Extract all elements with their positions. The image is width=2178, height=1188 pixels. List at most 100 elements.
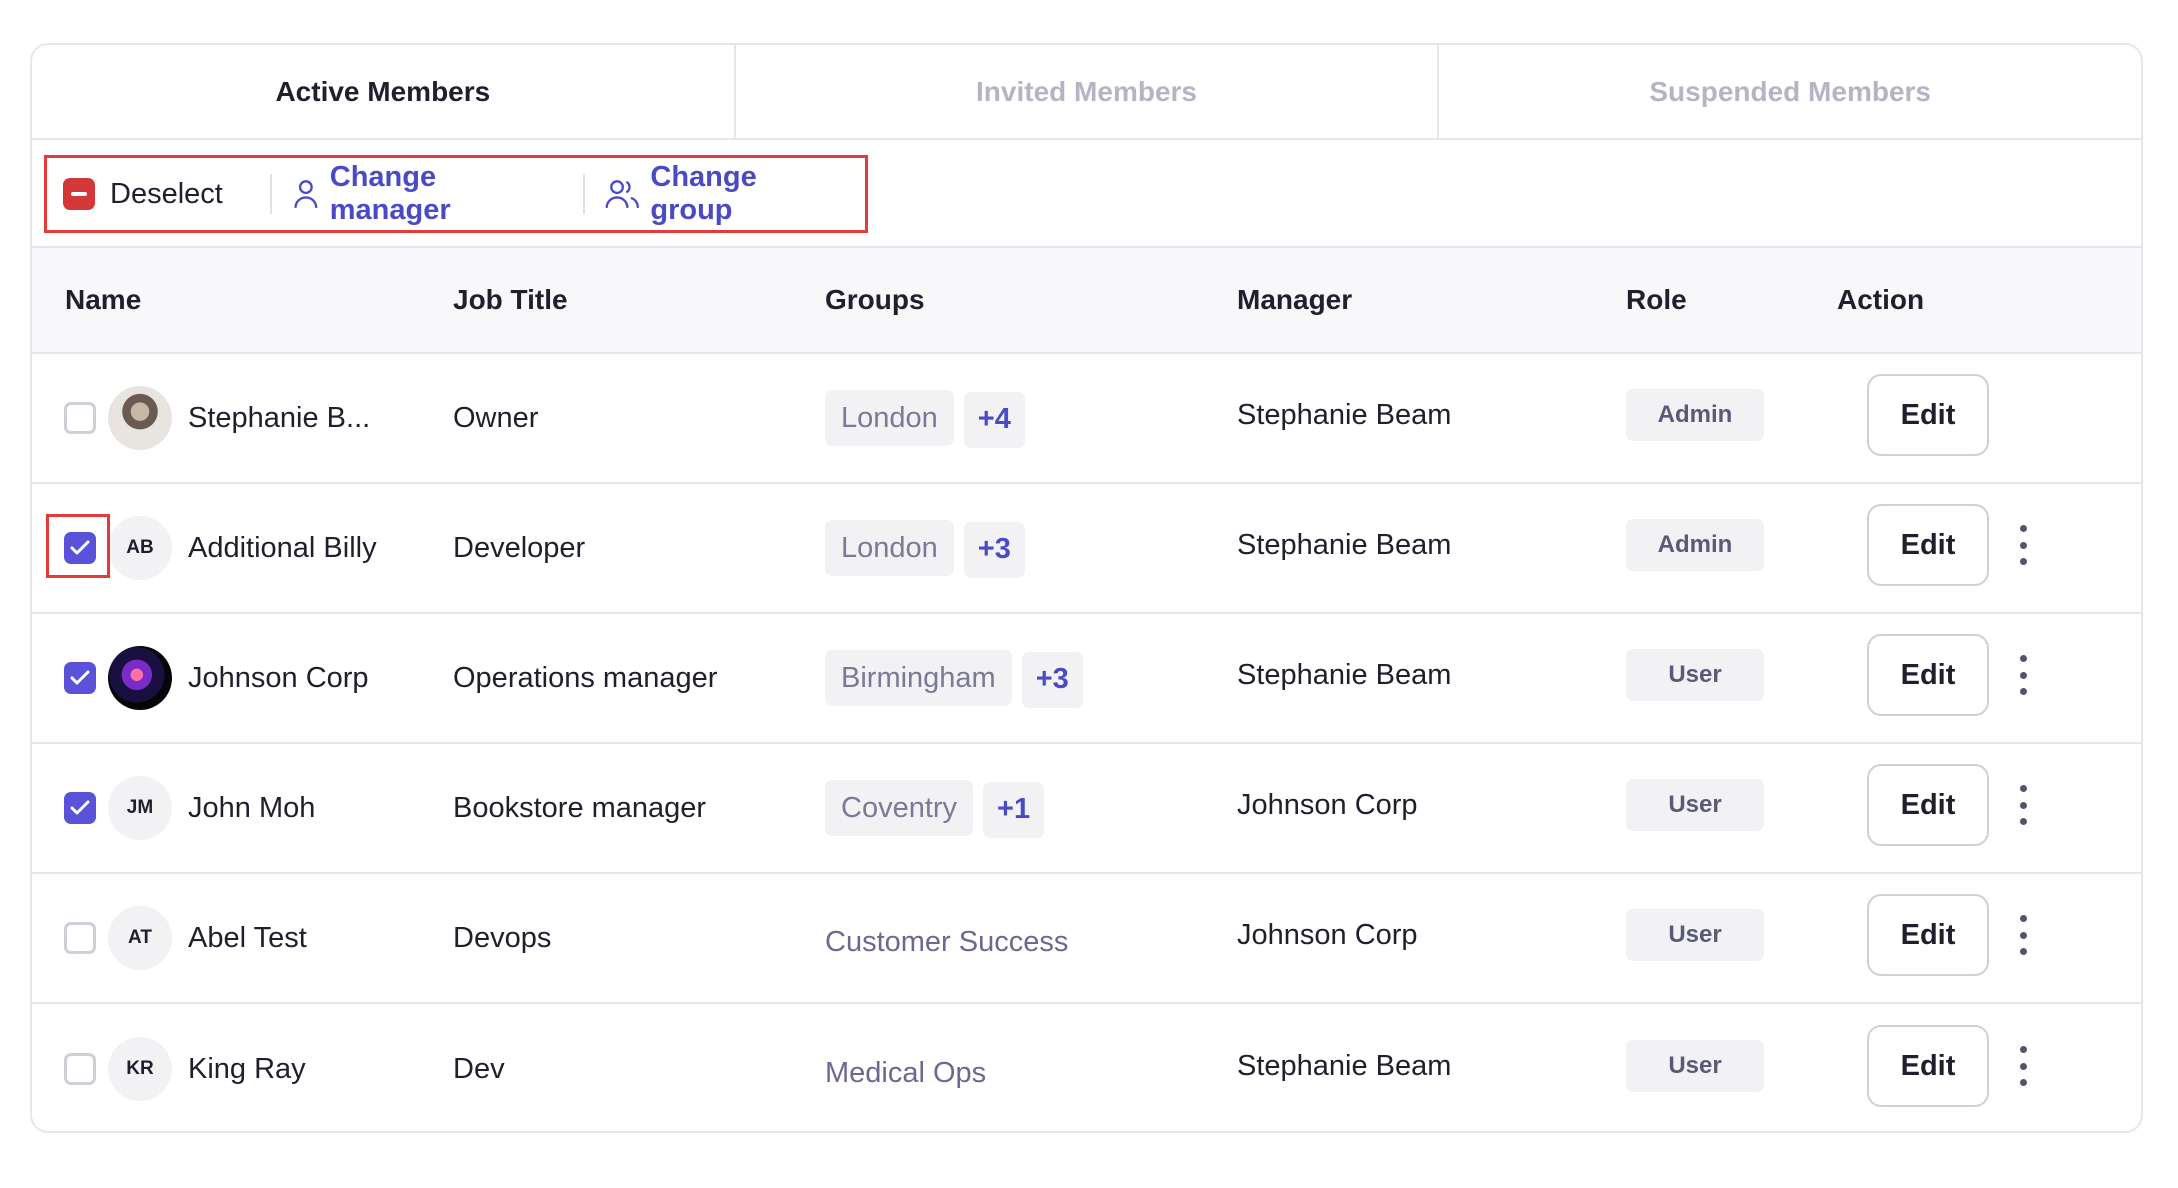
group-chip[interactable]: London (825, 390, 954, 446)
column-header-action: Action (1837, 284, 1925, 315)
role-cell: Admin (1626, 519, 1837, 571)
more-vertical-icon[interactable] (2017, 525, 2029, 565)
column-header-role[interactable]: Role (1626, 284, 1837, 316)
deselect-button[interactable]: Deselect (47, 158, 270, 230)
name-cell: AT Abel Test (32, 906, 453, 970)
group-more-chip[interactable]: +3 (963, 521, 1025, 578)
groups-cell: Customer Success (825, 918, 1237, 959)
row-checkbox-wrap (46, 514, 110, 578)
column-header-name[interactable]: Name (32, 284, 453, 316)
role-badge: User (1626, 779, 1764, 831)
row-checkbox[interactable] (64, 1053, 96, 1085)
edit-button[interactable]: Edit (1867, 634, 1989, 716)
group-chip[interactable]: Birmingham (825, 650, 1012, 706)
manager-name: Johnson Corp (1237, 788, 1418, 821)
column-header-job-title[interactable]: Job Title (453, 284, 825, 316)
more-vertical-icon[interactable] (2017, 1046, 2029, 1086)
job-title: Devops (453, 921, 552, 954)
role-cell: Admin (1626, 389, 1837, 441)
member-name: Additional Billy (188, 531, 377, 564)
manager-name: Stephanie Beam (1237, 528, 1452, 561)
manager-name: Stephanie Beam (1237, 398, 1452, 431)
table-body: Stephanie B... Owner London +4 Stephanie Bea… (32, 354, 2141, 1131)
row-checkbox-wrap (64, 792, 96, 824)
action-cell: Edit (1837, 504, 2141, 586)
change-manager-label: Change manager (329, 161, 451, 226)
table-row[interactable]: AT Abel Test Devops Customer Success Johnson… (32, 874, 2141, 1004)
group-chip[interactable]: London (825, 520, 954, 576)
more-vertical-icon[interactable] (2017, 785, 2029, 825)
group-chip[interactable]: Coventry (825, 780, 974, 836)
role-badge: User (1626, 1040, 1764, 1092)
row-checkbox[interactable] (64, 792, 96, 824)
role-cell: User (1626, 909, 1837, 961)
tab-active-members[interactable]: Active Members (32, 45, 734, 138)
row-checkbox[interactable] (64, 402, 96, 434)
table-row[interactable]: Stephanie B... Owner London +4 Stephanie Bea… (32, 354, 2141, 484)
groups-cell: London +4 (825, 389, 1237, 448)
column-header-groups[interactable]: Groups (825, 284, 1237, 316)
member-tabs: Active Members Invited Members Suspended… (32, 45, 2141, 140)
role-badge: Admin (1626, 519, 1764, 571)
edit-button[interactable]: Edit (1867, 374, 1989, 456)
tab-suspended-members[interactable]: Suspended Members (1437, 45, 2141, 138)
name-cell: KR King Ray (32, 1037, 453, 1101)
action-cell: Edit (1837, 764, 2141, 846)
manager-cell: Stephanie Beam (1237, 1050, 1626, 1083)
avatar: KR (108, 1037, 172, 1101)
table-header: Name Job Title Groups Manager Role Actio… (32, 248, 2141, 354)
members-card: Active Members Invited Members Suspended… (30, 43, 2143, 1133)
member-name: Abel Test (188, 921, 307, 954)
table-row[interactable]: AB Additional Billy Developer London +3 Steph… (32, 484, 2141, 614)
group-more-chip[interactable]: +3 (1021, 651, 1083, 708)
manager-name: Stephanie Beam (1237, 658, 1452, 691)
avatar: AT (108, 906, 172, 970)
row-checkbox-wrap (64, 402, 96, 434)
table-row[interactable]: JM John Moh Bookstore manager Coventry +1 Joh… (32, 744, 2141, 874)
job-title: Owner (453, 401, 539, 434)
row-checkbox[interactable] (64, 662, 96, 694)
row-checkbox-wrap (64, 922, 96, 954)
groups-cell: Birmingham +3 (825, 649, 1237, 708)
users-icon (605, 180, 639, 208)
edit-button[interactable]: Edit (1867, 1025, 1989, 1107)
groups-cell: Coventry +1 (825, 779, 1237, 838)
edit-button[interactable]: Edit (1867, 894, 1989, 976)
group-more-chip[interactable]: +4 (963, 391, 1025, 448)
group-label: Customer Success (825, 925, 1069, 958)
table-row[interactable]: Johnson Corp Operations manager Birmingham… (32, 614, 2141, 744)
table-row[interactable]: KR King Ray Dev Medical Ops Stephanie Beam Us… (32, 1004, 2141, 1131)
job-title: Operations manager (453, 661, 718, 694)
edit-button[interactable]: Edit (1867, 764, 1989, 846)
name-cell: JM John Moh (32, 776, 453, 840)
action-cell: Edit (1837, 894, 2141, 976)
role-badge: Admin (1626, 389, 1764, 441)
manager-cell: Stephanie Beam (1237, 529, 1626, 562)
groups-cell: Medical Ops (825, 1049, 1237, 1090)
change-group-button[interactable]: Change group (585, 158, 865, 230)
selection-highlight (46, 514, 110, 578)
job-title: Bookstore manager (453, 791, 707, 824)
groups-cell: London +3 (825, 519, 1237, 578)
check-icon (70, 670, 90, 685)
user-icon (294, 180, 318, 208)
job-title: Developer (453, 531, 586, 564)
role-cell: User (1626, 649, 1837, 701)
group-more-chip[interactable]: +1 (983, 781, 1045, 838)
edit-button[interactable]: Edit (1867, 504, 1989, 586)
more-vertical-icon[interactable] (2017, 655, 2029, 695)
name-cell: Johnson Corp (32, 646, 453, 710)
change-manager-button[interactable]: Change manager (272, 158, 583, 230)
avatar: JM (108, 776, 172, 840)
more-vertical-icon[interactable] (2017, 915, 2029, 955)
member-name: King Ray (188, 1052, 306, 1085)
column-header-manager[interactable]: Manager (1237, 284, 1626, 316)
action-cell: Edit (1837, 634, 2141, 716)
role-cell: User (1626, 779, 1837, 831)
manager-name: Johnson Corp (1237, 918, 1418, 951)
tab-invited-members[interactable]: Invited Members (733, 45, 1438, 138)
name-cell: AB Additional Billy (32, 514, 453, 580)
manager-name: Stephanie Beam (1237, 1049, 1452, 1082)
action-cell: Edit (1837, 1025, 2141, 1107)
row-checkbox[interactable] (64, 922, 96, 954)
